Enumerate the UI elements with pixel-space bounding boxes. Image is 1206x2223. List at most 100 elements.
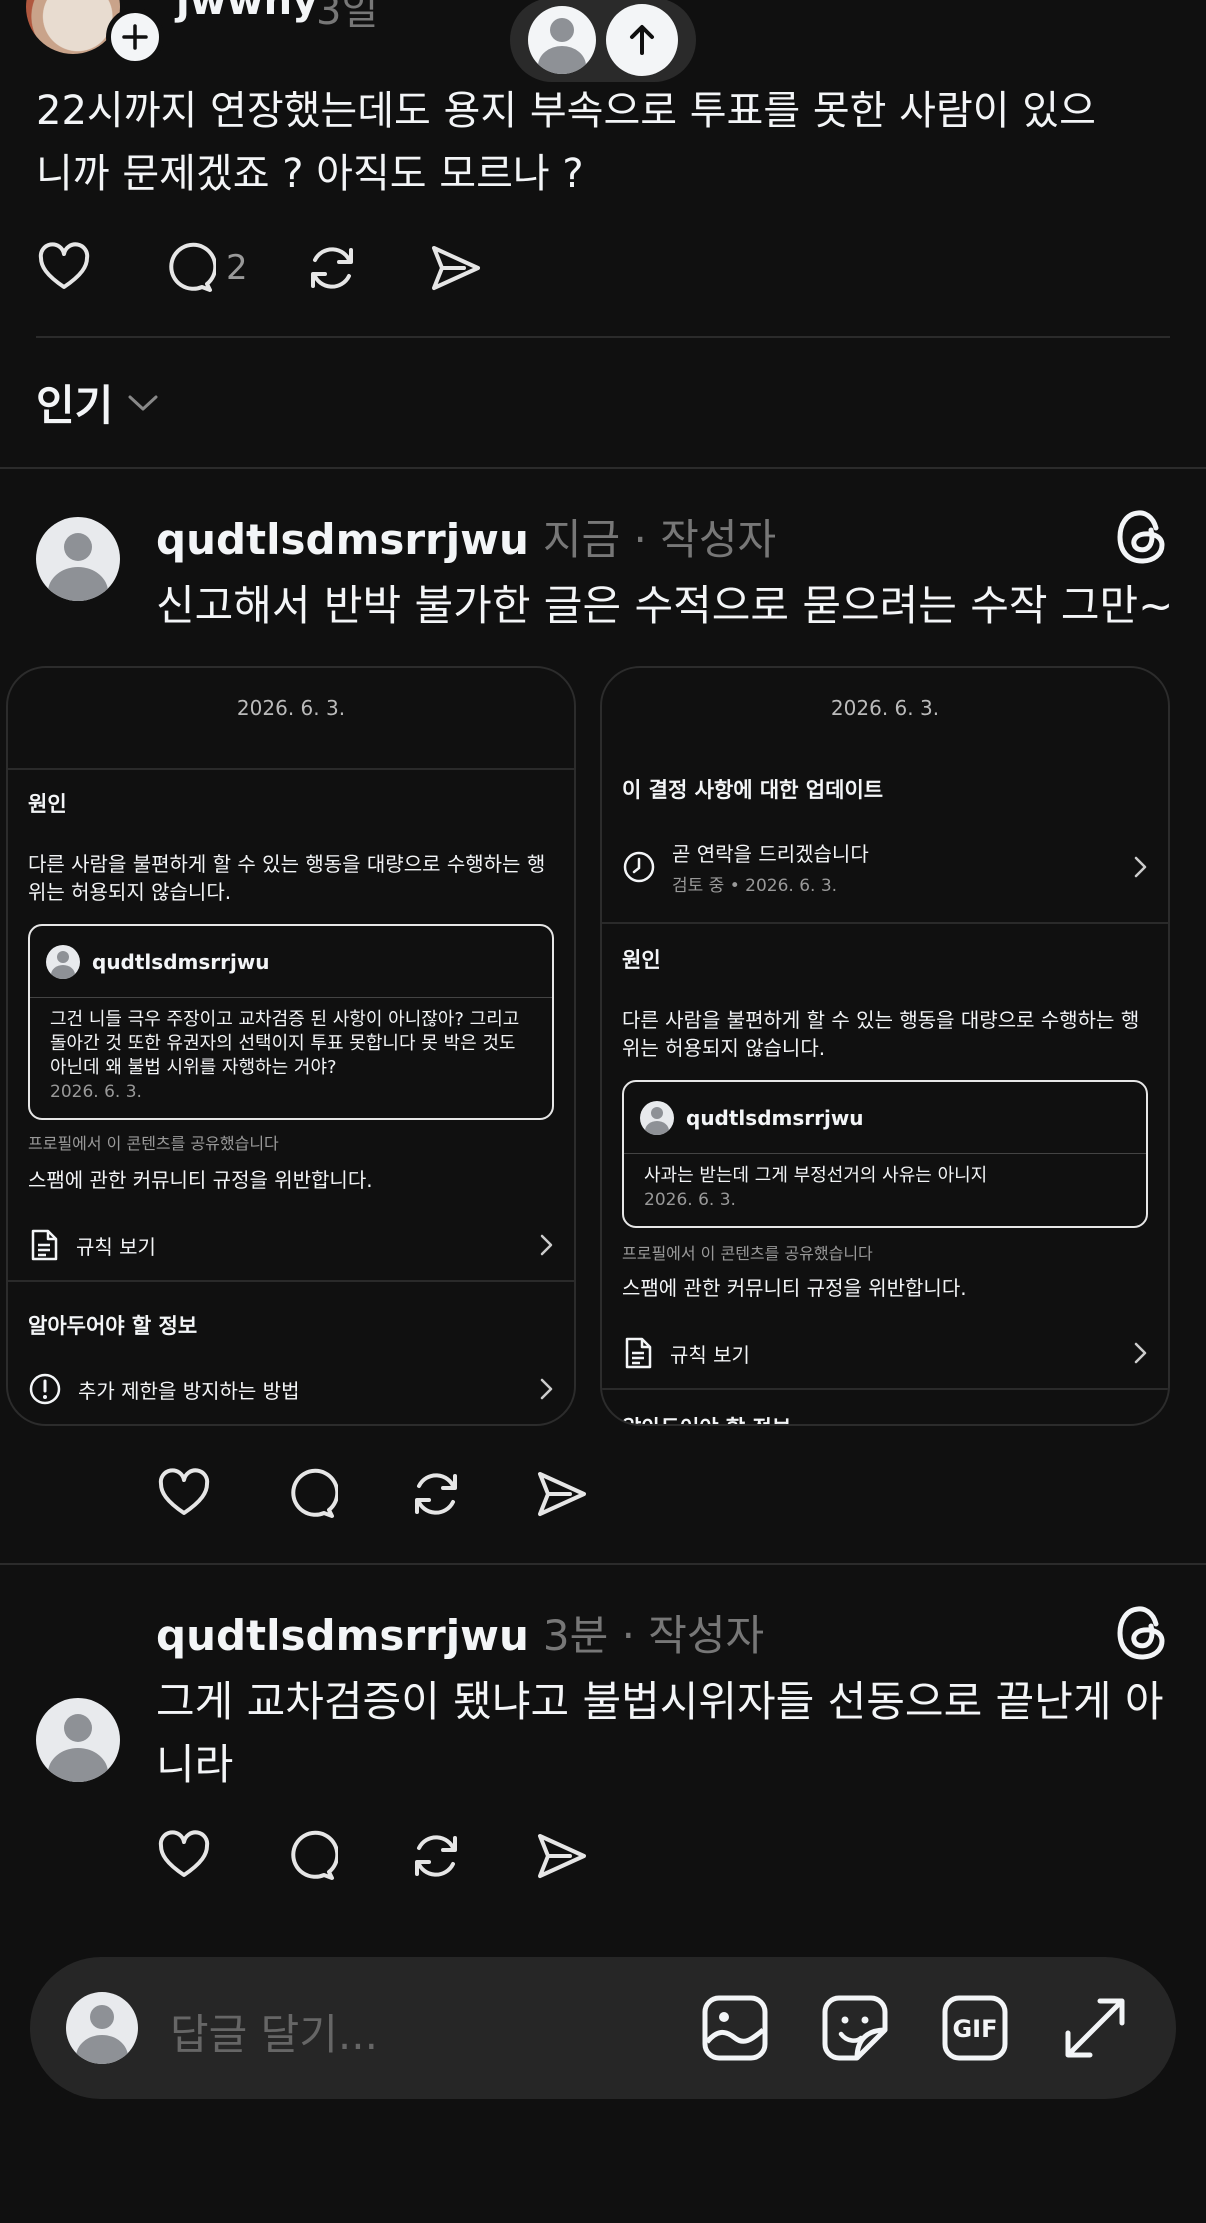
heart-icon[interactable] [156,1466,212,1522]
scroll-to-top-button[interactable] [510,0,696,82]
chevron-right-icon [1134,856,1147,878]
reply-meta: 3분 · 작성자 [542,1611,765,1660]
card-date: 2026. 6. 3. [830,696,940,720]
avatar [46,944,80,979]
reply-username[interactable]: qudtlsdmsrrjwu [156,515,529,564]
info-heading: 알아두어야 할 정보 [622,1412,791,1424]
reply-actions [156,1466,590,1522]
share-icon[interactable] [428,240,484,296]
threads-icon[interactable] [1116,1604,1168,1662]
repost-icon[interactable] [408,1466,464,1522]
violation-text: 스팸에 관한 커뮤니티 규정을 위반합니다. [622,1276,967,1300]
sticker-button[interactable] [818,1991,892,2065]
reply-composer[interactable]: 답글 달기... GIF [30,1957,1176,2099]
reply-header: qudtlsdmsrrjwu 지금 · 작성자 [156,506,776,567]
heart-icon[interactable] [156,1828,212,1884]
violation-text: 스팸에 관한 커뮤니티 규정을 위반합니다. [28,1168,373,1192]
quoted-post[interactable]: qudtlsdmsrrjwu 사과는 받는데 그게 부정선거의 사유는 아니지 … [622,1080,1148,1228]
image-icon [702,1995,768,2061]
info-heading: 알아두어야 할 정보 [28,1314,198,1338]
comment-icon[interactable] [160,240,216,296]
card-date: 2026. 6. 3. [236,696,346,720]
quote-username: qudtlsdmsrrjwu [686,1105,864,1130]
reason-heading: 원인 [622,948,661,972]
quote-text: 사과는 받는데 그게 부정선거의 사유는 아니지 [644,1165,988,1186]
chevron-right-icon [540,1234,553,1256]
reason-text: 다른 사람을 불편하게 할 수 있는 행동을 대량으로 수행하는 행위는 허용되… [622,1008,1140,1060]
top-post-actions: 2 [36,240,484,296]
expand-button[interactable] [1058,1991,1132,2065]
prevent-link-label: 추가 제한을 방지하는 방법 [78,1378,300,1403]
plus-icon [122,24,148,50]
rules-link[interactable]: 규칙 보기 [28,1228,554,1262]
share-icon[interactable] [534,1828,590,1884]
svg-text:GIF: GIF [952,2015,997,2043]
alert-icon [29,1373,61,1405]
heart-icon[interactable] [36,240,92,296]
quote-username: qudtlsdmsrrjwu [92,949,270,974]
avatar [66,1992,138,2064]
reply-text-line: 그게 교차검증이 됐냐고 불법시위자들 선동으로 끝난게 아 [156,1677,1164,1726]
follow-button[interactable] [106,8,164,66]
quote-date: 2026. 6. 3. [50,1082,142,1102]
repost-icon[interactable] [408,1828,464,1884]
chevron-right-icon [540,1378,553,1400]
shared-note: 프로필에서 이 콘텐츠를 공유했습니다 [28,1134,279,1153]
threads-icon[interactable] [1116,508,1168,566]
arrow-up-icon [630,25,654,55]
top-post-avatar[interactable] [26,0,120,54]
reply-username[interactable]: qudtlsdmsrrjwu [156,1611,529,1660]
reply-text: 그게 교차검증이 됐냐고 불법시위자들 선동으로 끝난게 아 니라 [156,1670,1196,1796]
prevent-restriction-link[interactable]: 추가 제한을 방지하는 방법 [28,1372,554,1406]
chevron-down-icon [128,395,158,410]
document-icon [31,1229,58,1261]
divider [8,1280,574,1282]
sort-dropdown[interactable]: 인기 [36,372,159,433]
repost-icon[interactable] [304,240,360,296]
shared-note: 프로필에서 이 콘텐츠를 공유했습니다 [622,1244,873,1263]
top-post-username[interactable]: jwwny [176,0,318,24]
divider [0,1563,1206,1565]
gif-button[interactable]: GIF [938,1991,1012,2065]
update-status-row[interactable]: 곧 연락을 드리겠습니다 검토 중 • 2026. 6. 3. [622,838,1148,896]
divider [0,467,1206,469]
divider [36,336,1170,338]
quote-date: 2026. 6. 3. [644,1190,736,1210]
comment-count: 2 [226,248,248,288]
sort-label: 인기 [36,381,114,430]
divider [8,768,574,770]
reply-header: qudtlsdmsrrjwu 3분 · 작성자 [156,1602,764,1663]
screenshot-card[interactable]: 2026. 6. 3. 이 결정 사항에 대한 업데이트 곧 연락을 드리겠습니… [600,666,1170,1426]
image-button[interactable] [698,1991,772,2065]
comment-icon[interactable] [282,1828,338,1884]
top-post-time: 3일 [316,0,379,34]
rules-link-label: 규칙 보기 [76,1234,156,1259]
top-post-text-line: 니까 문제겠죠 ? 아직도 모르나 ? [36,151,584,197]
expand-icon [1065,1998,1125,2058]
reply-avatar[interactable] [36,517,120,601]
divider [602,922,1168,924]
update-heading: 이 결정 사항에 대한 업데이트 [622,778,884,802]
share-icon[interactable] [534,1466,590,1522]
comment-icon[interactable] [282,1466,338,1522]
screenshot-card[interactable]: 2026. 6. 3. 원인 다른 사람을 불편하게 할 수 있는 행동을 대량… [6,666,576,1426]
update-title: 곧 연락을 드리겠습니다 [672,842,869,866]
avatar [528,6,596,74]
gif-icon: GIF [942,1995,1008,2061]
reply-avatar[interactable] [36,1698,120,1782]
reply-meta: 지금 · 작성자 [542,515,777,564]
rules-link-label: 규칙 보기 [670,1342,750,1367]
divider [602,1388,1168,1390]
quote-text: 그건 니들 극우 주장이고 교차검증 된 사항이 아니잖아? 그리고 돌아간 것… [50,1009,520,1078]
reply-text-line: 니라 [156,1740,234,1789]
reason-heading: 원인 [28,792,67,816]
rules-link[interactable]: 규칙 보기 [622,1336,1148,1370]
reply-text: 신고해서 반박 불가한 글은 수적으로 묻으려는 수작 그만~ [156,581,1174,630]
reply-input[interactable]: 답글 달기... [170,2001,378,2062]
sticker-icon [822,1995,888,2061]
chevron-right-icon [1134,1342,1147,1364]
document-icon [625,1337,652,1369]
reply-actions [156,1828,590,1884]
quoted-post[interactable]: qudtlsdmsrrjwu 그건 니들 극우 주장이고 교차검증 된 사항이 … [28,924,554,1120]
update-sub: 검토 중 • 2026. 6. 3. [672,876,838,896]
